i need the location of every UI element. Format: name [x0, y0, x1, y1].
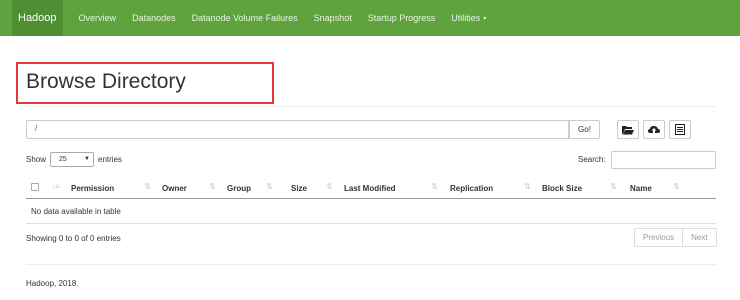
select-all-checkbox[interactable] — [31, 183, 39, 191]
cut-paste-button[interactable] — [669, 120, 691, 139]
search-input[interactable] — [611, 151, 716, 169]
caret-down-icon: ▾ — [483, 15, 487, 22]
show-label: Show — [26, 155, 47, 164]
brand-link[interactable]: Hadoop — [12, 0, 63, 36]
column-header-block-size[interactable]: Block Size — [542, 184, 582, 193]
search-label: Search: — [578, 155, 606, 164]
nav-startup-progress-label: Startup Progress — [367, 13, 436, 23]
sort-icon[interactable]: ⇅ — [326, 182, 333, 191]
empty-table-message: No data available in table — [31, 207, 121, 216]
sort-icon[interactable]: ⇅ — [673, 182, 680, 191]
title-divider — [26, 106, 716, 107]
nav-utilities-dropdown[interactable]: Utilities ▾ — [443, 0, 494, 36]
nav-overview-label: Overview — [78, 13, 117, 23]
column-header-permission[interactable]: Permission — [71, 184, 114, 193]
column-header-replication[interactable]: Replication — [450, 184, 493, 193]
page-title: Browse Directory — [26, 70, 186, 93]
table-header-row: ↓≡ Permission ⇅ Owner ⇅ Group ⇅ Size ⇅ L… — [26, 178, 716, 199]
sort-icon[interactable]: ⇅ — [266, 182, 273, 191]
top-navbar: Hadoop Overview Datanodes Datanode Volum… — [0, 0, 740, 36]
entries-select-value: 25 — [59, 156, 67, 163]
footer-text: Hadoop, 2018. — [26, 279, 79, 288]
previous-page-button[interactable]: Previous — [635, 229, 682, 246]
column-header-name[interactable]: Name — [630, 184, 652, 193]
nav-overview[interactable]: Overview — [71, 0, 125, 36]
nav-utilities-label: Utilities — [451, 13, 481, 23]
column-header-group[interactable]: Group — [227, 184, 251, 193]
sort-icon[interactable]: ⇅ — [209, 182, 216, 191]
sort-icon[interactable]: ⇅ — [431, 182, 438, 191]
sort-icon[interactable]: ⇅ — [524, 182, 531, 191]
nav-volume-failures-label: Datanode Volume Failures — [191, 13, 298, 23]
folder-open-icon — [622, 125, 634, 134]
nav-snapshot[interactable]: Snapshot — [306, 0, 360, 36]
directory-path-input[interactable]: / — [26, 120, 569, 139]
sort-icon[interactable]: ↓≡ — [51, 182, 60, 191]
column-header-last-modified[interactable]: Last Modified — [344, 184, 396, 193]
nav-datanode-volume-failures[interactable]: Datanode Volume Failures — [184, 0, 306, 36]
upload-icon — [648, 125, 660, 133]
nav-startup-progress[interactable]: Startup Progress — [360, 0, 444, 36]
list-icon — [675, 124, 685, 135]
nav-datanodes[interactable]: Datanodes — [124, 0, 184, 36]
table-info: Showing 0 to 0 of 0 entries — [26, 234, 121, 243]
sort-icon[interactable]: ⇅ — [610, 182, 617, 191]
entries-per-page-select[interactable]: 25 ▼ — [50, 152, 94, 167]
pagination: Previous Next — [634, 228, 717, 247]
create-directory-button[interactable] — [617, 120, 639, 139]
go-button[interactable]: Go! — [569, 120, 600, 139]
entries-label: entries — [98, 155, 123, 164]
next-page-button[interactable]: Next — [682, 229, 715, 246]
sort-icon[interactable]: ⇅ — [144, 182, 151, 191]
footer-divider — [26, 264, 716, 265]
nav-datanodes-label: Datanodes — [132, 13, 176, 23]
table-empty-row: No data available in table — [26, 199, 716, 224]
select-arrow-icon: ▼ — [84, 156, 90, 162]
column-header-size[interactable]: Size — [291, 184, 307, 193]
nav-snapshot-label: Snapshot — [313, 13, 352, 23]
upload-files-button[interactable] — [643, 120, 665, 139]
column-header-owner[interactable]: Owner — [162, 184, 187, 193]
